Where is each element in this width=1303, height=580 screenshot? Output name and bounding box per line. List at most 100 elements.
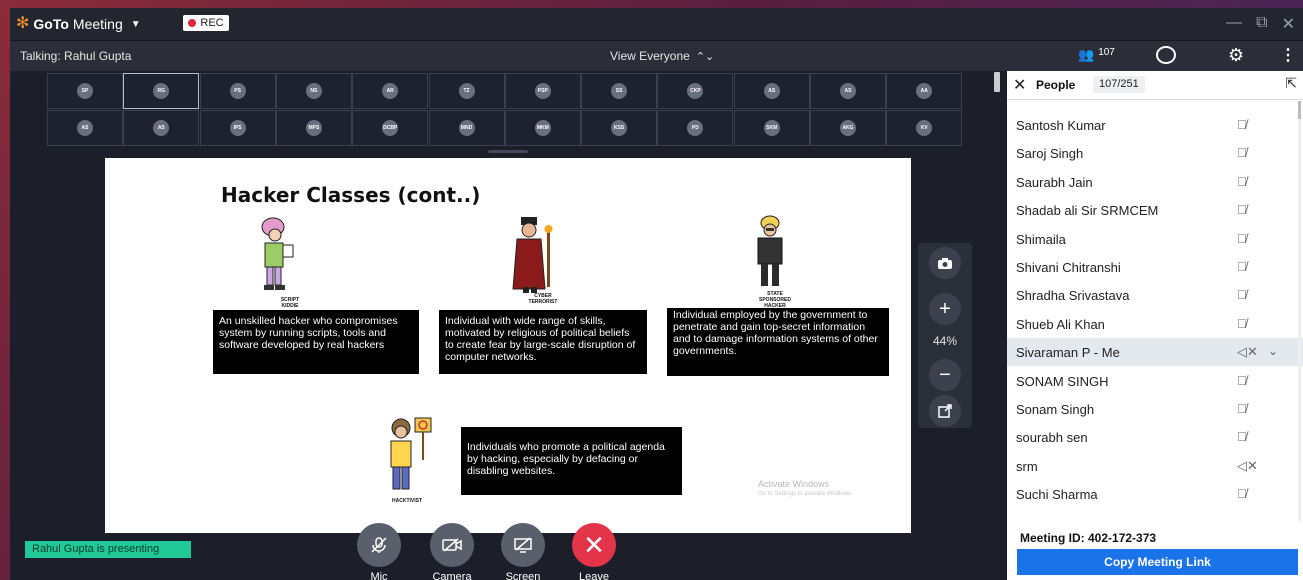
people-list-item[interactable]: SONAM SINGH 🎙̸	[1007, 367, 1303, 395]
avatar: PD	[687, 120, 704, 136]
people-count: 107	[1098, 47, 1115, 58]
attendee-tile[interactable]: NS	[275, 73, 352, 109]
grid-scrollbar[interactable]	[994, 72, 1000, 92]
attendee-tile[interactable]: PD	[657, 110, 734, 146]
recording-badge[interactable]: REC	[183, 15, 229, 31]
up-down-chevron-icon: ⌃⌄	[695, 50, 715, 63]
attendee-tile[interactable]: MKM	[504, 110, 581, 146]
attendee-tile[interactable]: PS	[199, 73, 276, 109]
attendee-tile[interactable]: AS	[47, 110, 123, 146]
title-bar: ✻ GoTo Meeting ▼ REC — ⧉ ✕	[10, 8, 1303, 41]
mic-muted-icon: 🎙̸	[1237, 173, 1247, 189]
brand-goto: GoTo	[33, 16, 69, 32]
camera-snapshot-button[interactable]	[929, 247, 961, 279]
popout-panel-icon[interactable]: ⇱	[1285, 75, 1297, 92]
avatar: MPS	[305, 120, 322, 136]
avatar: TZ	[458, 83, 475, 99]
attendee-tile[interactable]: RG	[123, 73, 200, 109]
people-list-item[interactable]: Saurabh Jain 🎙̸	[1007, 168, 1303, 196]
attendee-tile[interactable]: AS	[810, 73, 886, 109]
view-selector-label: View Everyone	[610, 49, 690, 63]
people-list-item[interactable]: Shimaila 🎙̸	[1007, 225, 1303, 253]
attendee-tile[interactable]: SKM	[733, 110, 810, 146]
attendee-tile[interactable]: MND	[428, 110, 505, 146]
avatar: CKP	[687, 83, 704, 99]
people-list-item[interactable]: Suchi Sharma 🎙̸	[1007, 480, 1303, 508]
chat-icon[interactable]	[1156, 46, 1176, 64]
leave-control[interactable]: ✕ Leave	[572, 523, 616, 580]
mic-control[interactable]: Mic	[357, 523, 401, 580]
script-kiddie-caption: SCRIPT KIDDIE	[280, 297, 300, 309]
person-name: Saurabh Jain	[1016, 174, 1093, 190]
zoom-out-button[interactable]: −	[929, 359, 961, 391]
people-list-item[interactable]: Shueb Ali Khan 🎙̸	[1007, 310, 1303, 338]
people-list-item[interactable]: Saroj Singh 🎙̸	[1007, 139, 1303, 167]
mic-muted-icon: 🎙̸	[1237, 145, 1247, 161]
avatar: SP	[77, 83, 93, 99]
attendee-tile[interactable]: AA	[886, 73, 963, 109]
people-list-item[interactable]: Shadab ali Sir SRMCEM 🎙̸	[1007, 196, 1303, 224]
people-list-item[interactable]: Sonam Singh 🎙̸	[1007, 395, 1303, 423]
people-list-scrollbar[interactable]	[1297, 101, 1302, 521]
attendee-tile[interactable]: CKP	[657, 73, 734, 109]
attendee-tile[interactable]: PSP	[504, 73, 581, 109]
avatar: MND	[458, 120, 475, 136]
avatar: PSP	[534, 83, 551, 99]
mic-muted-icon	[357, 523, 401, 567]
attendee-tile[interactable]: AKG	[810, 110, 886, 146]
person-name: Shradha Srivastava	[1016, 288, 1130, 304]
attendee-tile[interactable]: TZ	[428, 73, 505, 109]
gear-icon[interactable]: ⚙	[1228, 45, 1244, 66]
people-list-item[interactable]: Shradha Srivastava 🎙̸	[1007, 281, 1303, 309]
people-list-item[interactable]: srm ◁✕	[1007, 452, 1303, 480]
copy-meeting-link-button[interactable]: Copy Meeting Link	[1017, 549, 1298, 575]
view-selector[interactable]: View Everyone ⌃⌄	[610, 49, 714, 63]
people-list-item[interactable]: Sivaraman P - Me ◁✕ ⌄	[1007, 338, 1303, 367]
close-panel-icon[interactable]: ✕	[1013, 75, 1026, 95]
attendee-tile[interactable]: AS	[123, 110, 200, 146]
people-count-badge: 107/251	[1093, 76, 1145, 93]
mic-muted-icon: 🎙̸	[1237, 429, 1247, 445]
zoom-in-button[interactable]: +	[929, 293, 961, 325]
attendee-tile[interactable]: IPS	[199, 110, 276, 146]
chevron-down-icon[interactable]: ⌄	[1268, 344, 1278, 358]
people-list-item[interactable]: sourabh sen 🎙̸	[1007, 423, 1303, 451]
avatar: PS	[229, 83, 246, 99]
attendee-tile[interactable]: DCBP	[352, 110, 429, 146]
avatar: KSS	[611, 120, 628, 136]
attendee-tile[interactable]: AR	[352, 73, 429, 109]
slide-title: Hacker Classes (cont..)	[221, 183, 481, 207]
mic-muted-icon: 🎙̸	[1237, 401, 1247, 416]
presentation-stage: SP RG PS NS AR TZ PSP SS CKP AS AS AA AS AS IPS MPS DCBP…	[10, 71, 1005, 580]
restore-button[interactable]: ⧉	[1256, 14, 1267, 34]
attendee-tile[interactable]: MPS	[275, 110, 352, 146]
script-kiddie-description: An unskilled hacker who compromises syst…	[213, 310, 419, 374]
attendee-tile[interactable]: KV	[886, 110, 963, 146]
people-list-item[interactable]: Santosh Kumar 🎙̸	[1007, 111, 1303, 139]
avatar: AS	[840, 83, 856, 99]
activate-windows-watermark: Activate Windows	[758, 479, 830, 489]
mic-muted-icon: 🎙̸	[1237, 372, 1247, 388]
popout-icon	[938, 404, 952, 418]
activate-windows-hint: Go to Settings to activate Windows.	[758, 491, 853, 497]
people-button[interactable]: 👥 107	[1078, 47, 1115, 63]
popout-screen-button[interactable]	[929, 395, 961, 427]
person-name: SONAM SINGH	[1016, 373, 1109, 389]
avatar: AR	[382, 83, 399, 99]
gotomeeting-window: ✻ GoTo Meeting ▼ REC — ⧉ ✕ Talking: Rahul…	[10, 8, 1303, 580]
attendee-tile[interactable]: AS	[733, 73, 810, 109]
attendee-tile[interactable]: SP	[47, 73, 123, 109]
mic-muted-icon: 🎙̸	[1237, 287, 1247, 303]
attendee-tile[interactable]: SS	[581, 73, 658, 109]
meeting-toolbar: Talking: Rahul Gupta View Everyone ⌃⌄ 👥 1…	[10, 41, 1303, 71]
minimize-button[interactable]: —	[1226, 14, 1242, 34]
person-name: Santosh Kumar	[1016, 118, 1106, 133]
camera-control[interactable]: Camera	[430, 523, 474, 580]
more-options-icon[interactable]: ⋮	[1280, 45, 1296, 65]
close-window-button[interactable]: ✕	[1282, 14, 1295, 34]
attendee-tile[interactable]: KSS	[581, 110, 658, 146]
people-list-item[interactable]: Shivani Chitranshi 🎙̸	[1007, 253, 1303, 281]
app-menu[interactable]: ✻ GoTo Meeting ▼	[16, 16, 141, 33]
grid-resize-handle[interactable]	[488, 150, 528, 153]
screen-control[interactable]: Screen	[501, 523, 545, 580]
